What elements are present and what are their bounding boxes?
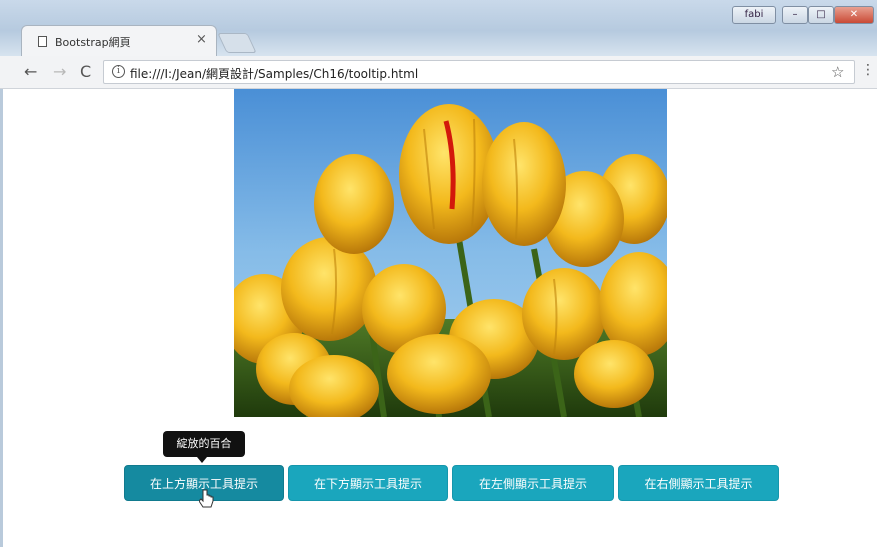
document-icon xyxy=(38,36,47,47)
browser-window: Bootstrap網頁 × fabi – □ ✕ ← → C i file://… xyxy=(0,0,877,547)
close-window-button[interactable]: ✕ xyxy=(834,6,874,24)
hand-cursor-icon xyxy=(199,489,214,508)
info-icon[interactable]: i xyxy=(112,65,125,78)
back-icon[interactable]: ← xyxy=(24,63,37,81)
address-bar[interactable]: i file:///I:/Jean/網頁設計/Samples/Ch16/tool… xyxy=(103,60,855,84)
maximize-button[interactable]: □ xyxy=(808,6,834,24)
new-tab-button[interactable] xyxy=(217,33,257,53)
tulip-photo xyxy=(234,89,667,417)
tooltip-arrow xyxy=(197,457,207,463)
tab-bootstrap[interactable]: Bootstrap網頁 × xyxy=(21,25,217,56)
tooltip-left-button[interactable]: 在左側顯示工具提示 xyxy=(452,465,614,501)
bookmark-star-icon[interactable]: ☆ xyxy=(831,63,844,81)
title-bar: Bootstrap網頁 × fabi – □ ✕ xyxy=(0,0,877,56)
tooltip: 綻放的百合 xyxy=(163,431,245,457)
reload-icon[interactable]: C xyxy=(80,63,91,81)
profile-button[interactable]: fabi xyxy=(732,6,776,24)
tab-title: Bootstrap網頁 xyxy=(55,36,131,49)
tooltip-right-button[interactable]: 在右側顯示工具提示 xyxy=(618,465,779,501)
photo-icon xyxy=(234,89,667,417)
tooltip-bottom-button[interactable]: 在下方顯示工具提示 xyxy=(288,465,448,501)
browser-toolbar: ← → C i file:///I:/Jean/網頁設計/Samples/Ch1… xyxy=(0,56,877,89)
tab-close-icon[interactable]: × xyxy=(196,32,207,47)
minimize-button[interactable]: – xyxy=(782,6,808,24)
url-text[interactable]: file:///I:/Jean/網頁設計/Samples/Ch16/toolti… xyxy=(130,65,418,82)
menu-icon[interactable]: ⋮ xyxy=(861,62,875,78)
forward-icon[interactable]: → xyxy=(53,63,66,81)
